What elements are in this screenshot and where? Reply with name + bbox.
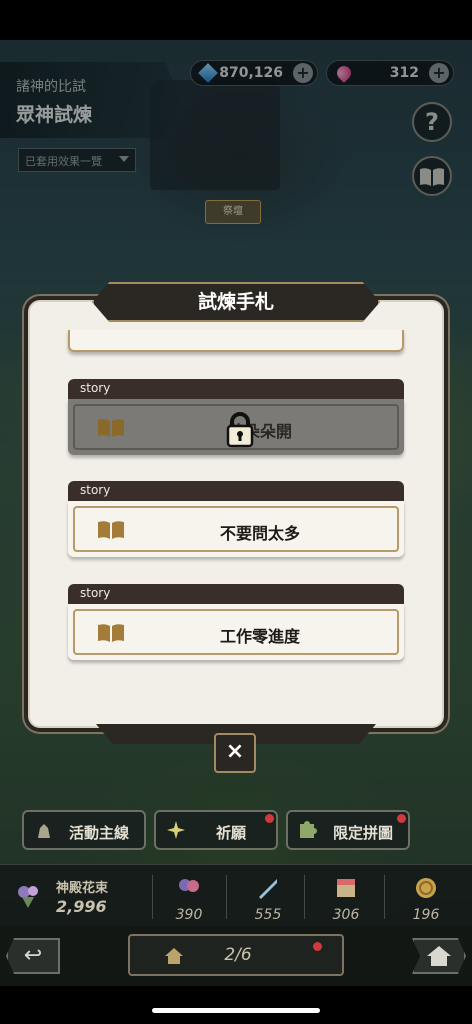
divider (152, 875, 153, 919)
resource-item: 555 (238, 871, 298, 927)
temple-bouquet-label: 神殿花束 (56, 881, 109, 896)
resource-item: 390 (159, 871, 219, 927)
flower-bundle-icon (179, 879, 199, 892)
chest-icon (337, 879, 355, 897)
resource-item: 306 (316, 871, 376, 927)
story-body: 工作零進度 (68, 604, 404, 660)
story-tag: story (68, 584, 404, 604)
story-frame: 不要問太多 (73, 506, 399, 552)
notification-dot (313, 942, 322, 951)
story-tag: story (68, 379, 404, 399)
book-icon (98, 521, 124, 539)
divider (384, 875, 385, 919)
limited-puzzle-label: 限定拼圖 (332, 824, 393, 842)
book-icon (98, 624, 124, 642)
coin-icon (416, 878, 436, 898)
story-item[interactable]: story 工作零進度 (68, 584, 404, 660)
story-title: 不要問太多 (219, 524, 300, 543)
event-main-story-label: 活動主線 (68, 824, 129, 842)
close-button[interactable]: × (214, 733, 256, 773)
divider (226, 875, 227, 919)
story-frame: 工作零進度 (73, 609, 399, 655)
home-indicator[interactable] (152, 1008, 320, 1013)
modal-title: 試煉手札 (197, 291, 274, 313)
bottom-nav: ↩ 2/6 (0, 926, 472, 986)
resource-value: 555 (254, 907, 282, 923)
list-item-partial[interactable] (68, 330, 404, 352)
story-body: 花朵朵開 (68, 399, 404, 455)
wish-label: 祈願 (215, 824, 246, 842)
story-title: 工作零進度 (219, 627, 300, 646)
wish-button[interactable]: 祈願 (154, 810, 278, 850)
divider (304, 875, 305, 919)
notification-dot (265, 814, 274, 823)
back-button[interactable]: ↩ (6, 938, 60, 974)
sparkle-icon (167, 821, 185, 839)
event-main-story-button[interactable]: 活動主線 (22, 810, 146, 850)
book-icon (98, 419, 124, 437)
statue-icon (38, 824, 50, 838)
page-indicator: 2/6 (128, 934, 344, 976)
home-button[interactable] (412, 938, 466, 974)
limited-puzzle-button[interactable]: 限定拼圖 (286, 810, 410, 850)
story-item-locked[interactable]: story 花朵朵開 (68, 379, 404, 455)
notification-dot (397, 814, 406, 823)
lock-icon (226, 412, 254, 448)
story-frame: 花朵朵開 (73, 404, 399, 450)
resource-bar: 神殿花束 2,996 390 555 306 196 (0, 864, 472, 926)
story-body: 不要問太多 (68, 501, 404, 557)
resource-item: 196 (396, 871, 456, 927)
puzzle-icon (300, 821, 317, 838)
resource-value: 390 (175, 907, 203, 923)
story-tag: story (68, 481, 404, 501)
home-icon (427, 946, 451, 966)
story-item[interactable]: story 不要問太多 (68, 481, 404, 557)
status-bar (0, 0, 472, 40)
resource-value: 196 (412, 907, 440, 923)
sword-icon (259, 879, 277, 899)
temple-bouquet-icon (18, 886, 38, 908)
resource-value: 306 (332, 907, 360, 923)
story-title: 花朵朵開 (227, 422, 292, 441)
temple-bouquet-value: 2,996 (56, 897, 107, 916)
